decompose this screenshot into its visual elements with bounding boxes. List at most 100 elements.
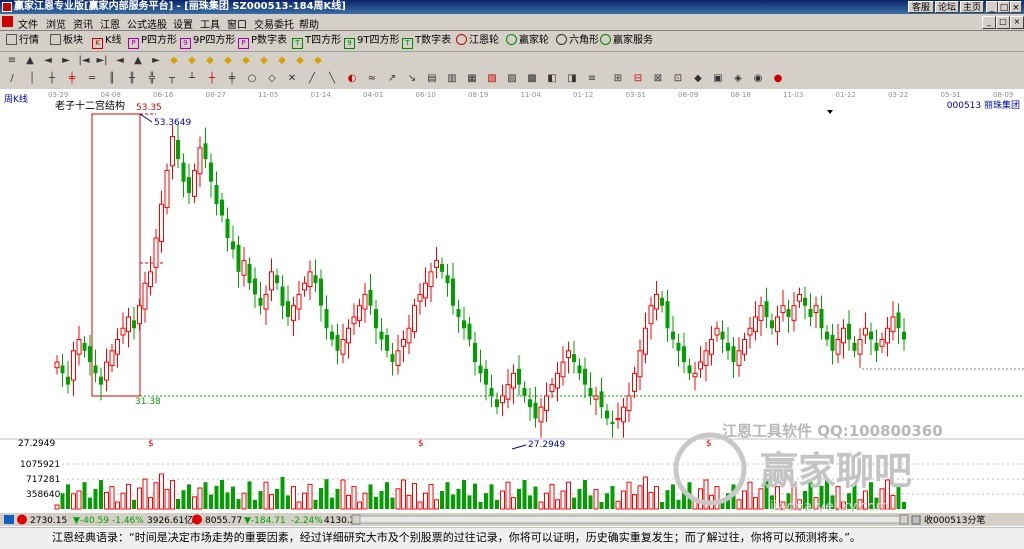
toolbar-p-table[interactable]: P P数字表 bbox=[238, 34, 287, 49]
draw-tool-icon-22[interactable]: ▥ bbox=[446, 73, 458, 85]
draw-tool-icon-29[interactable]: ≡ bbox=[586, 73, 598, 85]
horizontal-scrollbar[interactable] bbox=[359, 515, 901, 524]
draw-tool-icon-28[interactable]: ◨ bbox=[566, 73, 578, 85]
menu-browse[interactable]: 浏览 bbox=[46, 16, 66, 31]
tool-icon-14[interactable]: ◆ bbox=[258, 55, 270, 67]
toolbar-service[interactable]: 赢家服务 bbox=[600, 34, 653, 48]
toolbar-t-square[interactable]: T T四方形 bbox=[292, 34, 341, 49]
menu-trade[interactable]: 交易委托 bbox=[254, 16, 294, 31]
draw-tool-icon-10[interactable]: ┼ bbox=[206, 73, 218, 85]
draw-tool-icon-17[interactable]: ◐ bbox=[346, 73, 358, 85]
draw-tool-icon-19[interactable]: ↗ bbox=[386, 73, 398, 85]
draw-tool-icon-31[interactable]: ⊟ bbox=[632, 73, 644, 85]
toolbar-t-table[interactable]: T T数字表 bbox=[402, 34, 451, 49]
close-button[interactable]: × bbox=[1010, 1, 1022, 13]
menu-file[interactable]: 文件 bbox=[18, 16, 38, 31]
menu-help[interactable]: 帮助 bbox=[299, 16, 319, 31]
toolbar-p-square[interactable]: P P四方形 bbox=[128, 34, 177, 49]
draw-tool-icon-21[interactable]: ▤ bbox=[426, 73, 438, 85]
toolbar-gann-wheel[interactable]: 江恩轮 bbox=[456, 34, 499, 48]
draw-tool-icon-2[interactable]: ┼ bbox=[46, 73, 58, 85]
tool-icon-5[interactable]: ►| bbox=[96, 55, 108, 67]
draw-tool-icon-11[interactable]: ╪ bbox=[226, 73, 238, 85]
toolbar-9t-square[interactable]: 9 9T四方形 bbox=[344, 34, 399, 49]
sz-index-badge-icon bbox=[192, 514, 202, 525]
child-minimize-button[interactable]: _ bbox=[982, 16, 996, 29]
tool-icon-13[interactable]: ◆ bbox=[240, 55, 252, 67]
child-close-button[interactable]: × bbox=[1010, 16, 1024, 29]
tool-icon-8[interactable]: ► bbox=[150, 55, 162, 67]
tool-icon-11[interactable]: ◆ bbox=[204, 55, 216, 67]
draw-tool-icon-14[interactable]: ✕ bbox=[286, 73, 298, 85]
chart-area[interactable]: 03-29 04-08 06-16 08-27 11-05 01-14 04-01 06-10… bbox=[0, 89, 1024, 515]
kline-chart[interactable]: 03-29 04-08 06-16 08-27 11-05 01-14 04-01 06-10… bbox=[0, 89, 1024, 515]
tool-icon-3[interactable]: ► bbox=[60, 55, 72, 67]
draw-tool-icon-9[interactable]: ┴ bbox=[186, 73, 198, 85]
toolbar-winner-wheel[interactable]: 赢家轮 bbox=[506, 34, 549, 48]
draw-tool-icon-6[interactable]: ╫ bbox=[126, 73, 138, 85]
maximize-button[interactable]: □ bbox=[998, 1, 1010, 13]
menu-tools[interactable]: 工具 bbox=[200, 16, 220, 31]
draw-tool-icon-37[interactable]: ◉ bbox=[752, 73, 764, 85]
menu-window[interactable]: 窗口 bbox=[227, 16, 247, 31]
menu-formula-screening[interactable]: 公式选股 bbox=[127, 16, 167, 31]
homepage-button[interactable]: 主页 bbox=[960, 1, 984, 13]
tool-icon-10[interactable]: ◆ bbox=[186, 55, 198, 67]
draw-tool-icon-7[interactable]: ╬ bbox=[146, 73, 158, 85]
draw-tool-icon-35[interactable]: ▣ bbox=[712, 73, 724, 85]
draw-tool-icon-0[interactable]: / bbox=[6, 73, 18, 85]
draw-tool-icon-30[interactable]: ⊞ bbox=[612, 73, 624, 85]
draw-tool-icon-12[interactable]: ○ bbox=[246, 73, 258, 85]
tool-icon-1[interactable]: ▲ bbox=[24, 55, 36, 67]
tool-icon-16[interactable]: ◆ bbox=[294, 55, 306, 67]
volume-bar bbox=[505, 481, 511, 510]
draw-tool-icon-18[interactable]: ≈ bbox=[366, 73, 378, 85]
tool-icon-12[interactable]: ◆ bbox=[222, 55, 234, 67]
child-restore-button[interactable]: □ bbox=[996, 16, 1010, 29]
customer-service-button[interactable]: 客服 bbox=[908, 1, 934, 13]
draw-tool-icon-5[interactable]: ║ bbox=[106, 73, 118, 85]
draw-tool-icon-1[interactable]: │ bbox=[26, 73, 38, 85]
draw-tool-icon-15[interactable]: ╱ bbox=[306, 73, 318, 85]
tool-icon-4[interactable]: |◄ bbox=[78, 55, 90, 67]
draw-tool-icon-23[interactable]: ▦ bbox=[466, 73, 478, 85]
toolbar-9p-square[interactable]: 9 9P四方形 bbox=[180, 34, 235, 49]
minimize-button[interactable]: _ bbox=[986, 1, 998, 13]
draw-tool-icon-27[interactable]: ◧ bbox=[546, 73, 558, 85]
draw-tool-icon-8[interactable]: ┬ bbox=[166, 73, 178, 85]
toolbar-blocks[interactable]: 板块 bbox=[50, 34, 83, 48]
forum-button[interactable]: 论坛 bbox=[935, 1, 959, 13]
tool-icon-9[interactable]: ◆ bbox=[168, 55, 180, 67]
app-menu-icon[interactable] bbox=[2, 16, 13, 27]
draw-tool-icon-36[interactable]: ◈ bbox=[732, 73, 744, 85]
speaker-icon[interactable] bbox=[911, 515, 921, 525]
toolbar-hexagon[interactable]: 六角形 bbox=[556, 34, 599, 48]
tick-detail-label[interactable]: 收000513分笔 bbox=[924, 514, 985, 526]
draw-tool-icon-38[interactable]: ● bbox=[772, 73, 784, 85]
scroll-left-button[interactable] bbox=[351, 514, 361, 525]
draw-tool-icon-3[interactable]: ╪ bbox=[66, 73, 78, 85]
draw-tool-icon-26[interactable]: ▩ bbox=[526, 73, 538, 85]
draw-tool-icon-16[interactable]: ╲ bbox=[326, 73, 338, 85]
tool-icon-6[interactable]: ◄ bbox=[114, 55, 126, 67]
draw-tool-icon-13[interactable]: ◇ bbox=[266, 73, 278, 85]
tool-icon-2[interactable]: ◄ bbox=[42, 55, 54, 67]
dropdown-arrow-icon[interactable] bbox=[827, 110, 833, 114]
tool-icon-17[interactable]: ◆ bbox=[312, 55, 324, 67]
draw-tool-icon-25[interactable]: ▨ bbox=[506, 73, 518, 85]
toolbar-quotes[interactable]: 行情 bbox=[6, 34, 39, 48]
tool-icon-15[interactable]: ◆ bbox=[276, 55, 288, 67]
scroll-right-button[interactable] bbox=[899, 514, 909, 525]
menu-settings[interactable]: 设置 bbox=[173, 16, 193, 31]
draw-tool-icon-32[interactable]: ⊠ bbox=[652, 73, 664, 85]
draw-tool-icon-20[interactable]: ↘ bbox=[406, 73, 418, 85]
menu-news[interactable]: 资讯 bbox=[73, 16, 93, 31]
draw-tool-icon-34[interactable]: ◆ bbox=[692, 73, 704, 85]
tool-icon-7[interactable]: ▲ bbox=[132, 55, 144, 67]
menu-gann[interactable]: 江恩 bbox=[100, 16, 120, 31]
draw-tool-icon-4[interactable]: ═ bbox=[86, 73, 98, 85]
tool-icon-0[interactable]: ≡ bbox=[6, 55, 18, 67]
toolbar-kline[interactable]: K K线 bbox=[92, 34, 122, 49]
draw-tool-icon-24[interactable]: ▧ bbox=[486, 73, 498, 85]
draw-tool-icon-33[interactable]: ⊡ bbox=[672, 73, 684, 85]
